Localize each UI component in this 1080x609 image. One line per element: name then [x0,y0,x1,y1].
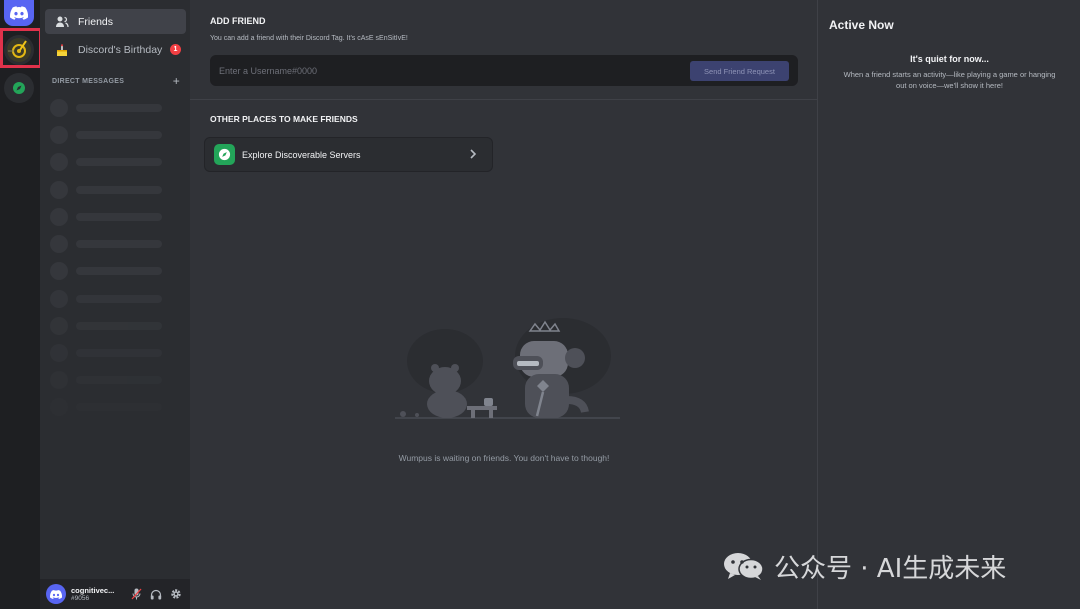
sidebar-item-label: Friends [78,15,114,28]
empty-state-text: Wumpus is waiting on friends. You don't … [398,453,610,463]
explore-servers-button[interactable] [4,73,34,103]
divider [190,99,818,100]
active-now-title: Active Now [829,18,894,32]
compass-icon [214,144,235,165]
dm-placeholder [50,208,170,226]
dm-placeholder [50,398,170,416]
home-button[interactable] [4,0,34,26]
sidebar-item-birthday[interactable]: Discord's Birthday 1 [45,37,186,62]
dm-placeholder [50,317,170,335]
discord-app: Friends Discord's Birthday 1 DIRECT MESS… [0,0,1080,609]
dm-header-label: DIRECT MESSAGES [52,77,125,85]
sidebar-item-friends[interactable]: Friends [45,9,186,34]
active-now-description: When a friend starts an activity—like pl… [843,70,1056,90]
dm-placeholder [50,235,170,253]
compass-icon [13,82,25,94]
server-rail [0,0,42,609]
dm-placeholder [50,290,170,308]
notification-badge: 1 [170,44,181,55]
username: cognitivec... [71,586,115,595]
add-friend-form: Send Friend Request [210,55,798,86]
dm-placeholder [50,262,170,280]
dm-placeholder [50,344,170,362]
cake-icon [54,42,70,58]
explore-servers-label: Explore Discoverable Servers [242,149,361,160]
user-info[interactable]: cognitivec... #9056 [71,586,123,602]
gear-icon[interactable] [169,587,183,601]
dm-placeholder [50,126,170,144]
wumpus-illustration [395,318,620,419]
user-tag: #9056 [71,595,90,602]
username-input[interactable] [219,56,669,85]
add-friend-description: You can add a friend with their Discord … [210,35,408,42]
chevron-right-icon [468,147,478,166]
dm-placeholder [50,371,170,389]
explore-servers-card[interactable]: Explore Discoverable Servers [204,137,493,172]
sidebar-item-label: Discord's Birthday [78,43,163,56]
user-panel: cognitivec... #9056 [40,579,190,609]
discord-logo-icon [10,6,28,20]
mic-muted-icon[interactable] [129,587,143,601]
watermark: 公众号 · AI生成未来 [722,547,1006,585]
direct-messages-header: DIRECT MESSAGES + [52,74,180,88]
highlight-annotation [0,28,42,68]
send-friend-request-button[interactable]: Send Friend Request [690,61,789,81]
other-places-title: OTHER PLACES TO MAKE FRIENDS [210,114,358,124]
user-controls [129,587,183,601]
dm-placeholder [50,99,170,117]
wechat-icon [724,553,764,580]
headphones-icon[interactable] [149,587,163,601]
friends-icon [54,14,70,30]
friends-main-panel: ADD FRIEND You can add a friend with the… [190,0,818,609]
dm-sidebar: Friends Discord's Birthday 1 DIRECT MESS… [40,0,190,609]
dm-placeholder [50,181,170,199]
dm-placeholder [50,153,170,171]
discord-logo-icon [50,589,62,599]
watermark-text: 公众号 · AI生成未来 [774,553,1007,584]
create-dm-button[interactable]: + [173,74,180,88]
add-friend-title: ADD FRIEND [210,16,266,26]
active-now-panel: Active Now It's quiet for now... When a … [819,0,1080,609]
active-now-quiet-title: It's quiet for now... [910,54,989,64]
avatar[interactable] [46,584,66,604]
